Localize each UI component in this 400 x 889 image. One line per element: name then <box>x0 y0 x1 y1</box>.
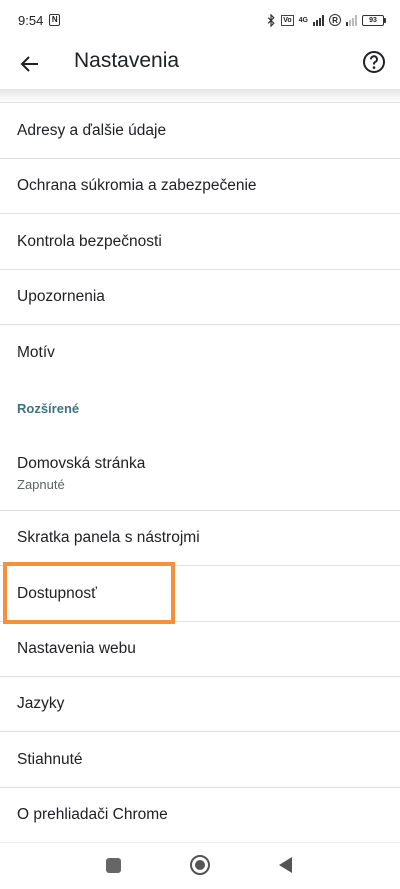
settings-item-privacy[interactable]: Ochrana súkromia a zabezpečenie <box>0 159 400 214</box>
settings-item-label: Domovská stránka <box>17 454 146 472</box>
settings-item-label: Nastavenia webu <box>17 640 136 657</box>
settings-item-toolbar-shortcut[interactable]: Skratka panela s nástrojmi <box>0 511 400 566</box>
settings-item-label: Skratka panela s nástrojmi <box>17 529 200 546</box>
status-time: 9:54 <box>18 12 44 28</box>
notification-icon: N <box>49 14 61 26</box>
nav-back-button[interactable] <box>279 857 292 873</box>
settings-item-theme[interactable]: Motív <box>0 325 400 380</box>
settings-item-addresses[interactable]: Adresy a ďalšie údaje <box>0 103 400 159</box>
settings-item-label: Dostupnosť <box>17 584 97 602</box>
settings-item-site-settings[interactable]: Nastavenia webu <box>0 622 400 677</box>
home-button[interactable] <box>190 855 210 875</box>
settings-item-accessibility[interactable]: Dostupnosť <box>0 566 400 622</box>
settings-item-notifications[interactable]: Upozornenia <box>0 270 400 325</box>
status-right: Vo 4G R 93 <box>266 13 386 27</box>
volte-icon: Vo <box>281 14 294 26</box>
settings-list: Adresy a ďalšie údaje Ochrana súkromia a… <box>0 103 400 843</box>
settings-item-languages[interactable]: Jazyky <box>0 677 400 732</box>
settings-item-label: Upozornenia <box>17 288 105 305</box>
battery-icon: 93 <box>362 14 386 26</box>
roaming-icon: R <box>329 14 341 26</box>
section-header-advanced: Rozšírené <box>17 400 80 416</box>
bluetooth-icon <box>268 13 275 27</box>
settings-item-label: Kontrola bezpečnosti <box>17 232 162 250</box>
settings-item-label: Jazyky <box>17 695 65 712</box>
app-bar-shadow <box>0 89 400 103</box>
settings-item-downloads[interactable]: Stiahnuté <box>0 732 400 788</box>
settings-item-safety-check[interactable]: Kontrola bezpečnosti <box>0 214 400 270</box>
signal-strength-icon <box>313 14 324 26</box>
recents-button[interactable] <box>106 858 121 873</box>
app-bar: Nastavenia <box>0 40 400 90</box>
status-left: 9:54 N <box>18 12 61 28</box>
settings-item-label: O prehliadači Chrome <box>17 806 168 823</box>
page-title: Nastavenia <box>74 49 180 72</box>
settings-item-homepage[interactable]: Domovská stránka Zapnuté <box>0 436 400 511</box>
system-nav-bar <box>0 842 400 889</box>
settings-item-label: Ochrana súkromia a zabezpečenie <box>17 177 257 194</box>
status-bar: 9:54 N Vo 4G R 93 <box>0 0 400 40</box>
settings-item-label: Adresy a ďalšie údaje <box>17 121 167 139</box>
network-type-label: 4G <box>298 16 308 24</box>
battery-tip <box>384 17 386 23</box>
settings-item-about-chrome[interactable]: O prehliadači Chrome <box>0 788 400 843</box>
battery-level: 93 <box>362 14 384 26</box>
settings-item-label: Stiahnuté <box>17 750 83 768</box>
home-icon <box>195 860 205 870</box>
arrow-back-icon <box>20 56 38 72</box>
help-circle-icon <box>363 51 385 73</box>
signal-strength-secondary-icon <box>346 14 357 26</box>
back-button[interactable] <box>14 48 46 80</box>
settings-item-label: Motív <box>17 343 55 361</box>
help-button[interactable] <box>360 48 388 76</box>
settings-item-summary: Zapnuté <box>17 476 65 492</box>
